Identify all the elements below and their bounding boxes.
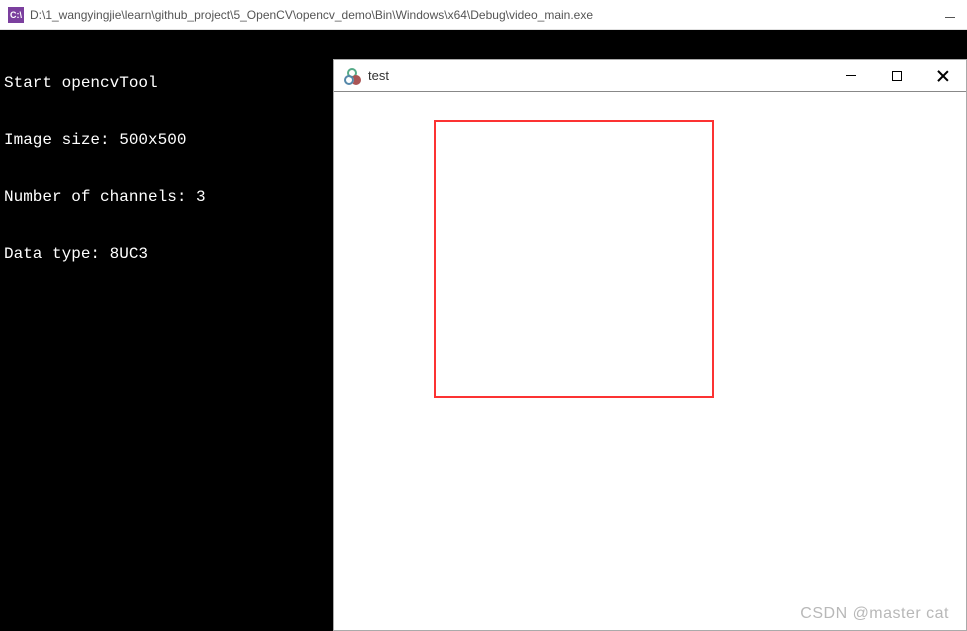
minimize-button[interactable]: [828, 60, 874, 91]
main-window-titlebar: C:\ D:\1_wangyingjie\learn\github_projec…: [0, 0, 967, 30]
main-window-title: D:\1_wangyingjie\learn\github_project\5_…: [30, 8, 945, 22]
minimize-icon: [846, 75, 856, 76]
watermark-text: CSDN @master cat: [800, 605, 949, 623]
maximize-button[interactable]: [874, 60, 920, 91]
drawn-rectangle: [434, 120, 714, 398]
close-button[interactable]: [920, 60, 966, 91]
opencv-window-title: test: [368, 68, 828, 83]
opencv-image-canvas: [334, 92, 966, 630]
opencv-window-controls: [828, 60, 966, 91]
opencv-logo-icon: [344, 68, 360, 84]
maximize-icon: [892, 71, 902, 81]
main-window-controls: [945, 14, 959, 15]
close-icon: [937, 70, 949, 82]
opencv-image-window: test: [333, 59, 967, 631]
minimize-icon[interactable]: [945, 17, 955, 18]
app-icon: C:\: [8, 7, 24, 23]
opencv-window-titlebar[interactable]: test: [334, 60, 966, 92]
